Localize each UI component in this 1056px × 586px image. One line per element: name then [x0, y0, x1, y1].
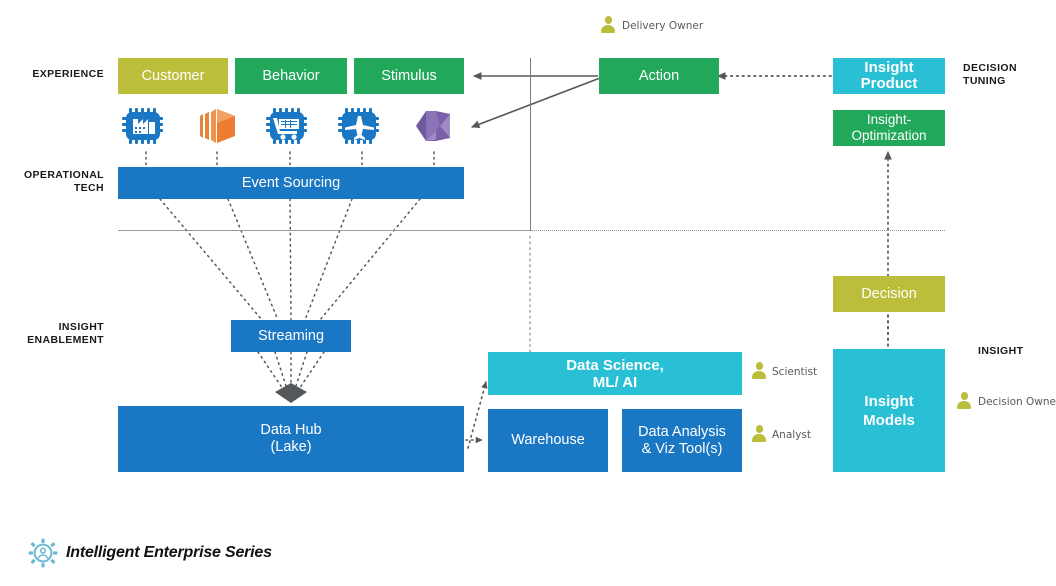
box-event-sourcing[interactable]: Event Sourcing	[118, 167, 464, 199]
data-science-line-2: ML/ AI	[592, 373, 638, 391]
airplane-chip-icon	[334, 100, 390, 152]
divider-vertical	[530, 58, 531, 231]
insight-optimization-line-2: Optimization	[851, 128, 927, 143]
shopping-cart-chip-icon	[262, 100, 318, 152]
insight-models-line-2: Models	[863, 411, 915, 429]
insight-optimization-line-1: Insight-	[866, 112, 912, 127]
insight-product-line-2: Product	[860, 75, 918, 92]
box-insight-models[interactable]: Insight Models	[833, 349, 945, 472]
scientist-avatar	[752, 362, 767, 379]
gear-person-icon	[28, 538, 58, 568]
box-action[interactable]: Action	[599, 58, 719, 94]
divider-dotted	[531, 230, 945, 231]
analyst-avatar	[752, 425, 767, 442]
box-data-analysis-viz-tools[interactable]: Data Analysis & Viz Tool(s)	[622, 409, 742, 472]
decision-owner-label: Decision Owner	[978, 396, 1056, 408]
data-science-line-1: Data Science,	[566, 356, 664, 374]
box-warehouse[interactable]: Warehouse	[488, 409, 608, 472]
insight-models-line-1: Insight	[864, 392, 914, 410]
analyst-label: Analyst	[772, 429, 811, 441]
decision-owner-avatar	[957, 392, 972, 409]
section-label-insight: INSIGHT	[978, 345, 1024, 357]
data-hub-line-2: (Lake)	[270, 439, 312, 455]
diagram-canvas: EXPERIENCE OPERATIONAL TECH INSIGHT ENAB…	[0, 0, 1056, 586]
delivery-owner-label: Delivery Owner	[622, 20, 704, 32]
box-insight-optimization[interactable]: Insight- Optimization	[833, 110, 945, 146]
factory-chip-icon	[118, 100, 174, 152]
box-insight-product[interactable]: Insight Product	[833, 58, 945, 94]
scientist-label: Scientist	[772, 366, 818, 378]
box-behavior[interactable]: Behavior	[235, 58, 347, 94]
box-data-hub[interactable]: Data Hub (Lake)	[118, 406, 464, 472]
brand-title: Intelligent Enterprise Series	[66, 544, 272, 561]
section-label-insight-enablement: INSIGHT ENABLEMENT	[27, 321, 104, 346]
section-label-operational-tech: OPERATIONAL TECH	[23, 169, 104, 194]
section-label-experience: EXPERIENCE	[32, 68, 104, 80]
azure-hexagon-icon	[406, 100, 462, 152]
delivery-owner-avatar	[601, 16, 616, 33]
data-analysis-line-2: & Viz Tool(s)	[641, 440, 723, 457]
box-streaming[interactable]: Streaming	[231, 320, 351, 352]
data-hub-line-1: Data Hub	[260, 422, 322, 438]
divider-solid	[118, 230, 530, 231]
aws-hexagon-icon	[190, 100, 246, 152]
insight-product-line-1: Insight	[864, 59, 914, 76]
box-data-science-ml-ai[interactable]: Data Science, ML/ AI	[488, 352, 742, 395]
box-customer[interactable]: Customer	[118, 58, 228, 94]
box-decision[interactable]: Decision	[833, 276, 945, 312]
box-stimulus[interactable]: Stimulus	[354, 58, 464, 94]
section-label-decision-tuning: DECISION TUNING	[963, 62, 1017, 87]
data-analysis-line-1: Data Analysis	[638, 423, 726, 440]
